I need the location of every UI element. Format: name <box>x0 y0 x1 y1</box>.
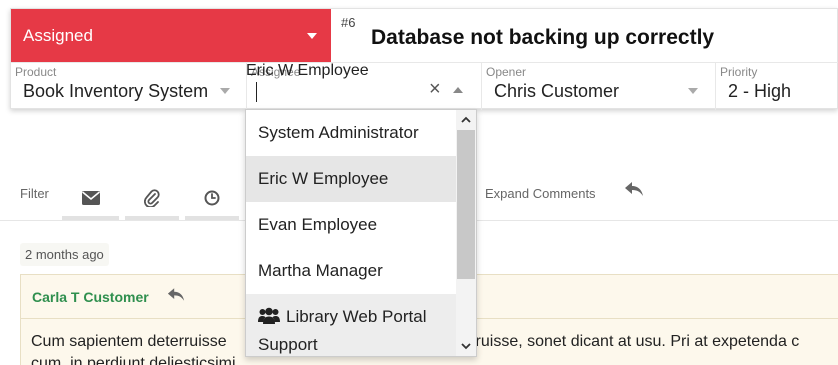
chevron-up-icon[interactable] <box>459 113 473 127</box>
comment-timestamp: 2 months ago <box>20 243 109 266</box>
filter-email-button[interactable] <box>62 176 119 220</box>
dropdown-option-evan-employee[interactable]: Evan Employee <box>246 202 456 248</box>
caret-up-icon[interactable] <box>453 87 463 93</box>
users-icon <box>258 306 280 332</box>
dropdown-option-system-administrator[interactable]: System Administrator <box>246 110 456 156</box>
priority-select[interactable]: Priority 2 - High <box>715 62 838 110</box>
assignee-input[interactable]: Eric W Employee × <box>246 62 478 110</box>
clock-icon <box>204 190 220 206</box>
ticket-number: #6 <box>341 15 356 30</box>
paperclip-icon <box>144 189 160 207</box>
status-select[interactable]: Assigned <box>11 9 331 62</box>
filter-label: Filter <box>20 186 49 201</box>
comment-body-left: Cum sapientem deterruisse <box>31 333 227 350</box>
clear-icon[interactable]: × <box>429 78 441 101</box>
dropdown-option-library-web-portal-support[interactable]: Library Web Portal Support <box>246 294 456 356</box>
priority-value: 2 - High <box>728 81 792 101</box>
caret-down-icon <box>220 88 230 94</box>
priority-label: Priority <box>720 65 758 79</box>
group-option-line2: Support <box>258 335 318 354</box>
dropdown-option-martha-manager[interactable]: Martha Manager <box>246 248 456 294</box>
ticket-title: Database not backing up correctly <box>371 26 715 49</box>
product-select[interactable]: Product Book Inventory System <box>11 62 246 110</box>
opener-select[interactable]: Opener Chris Customer <box>481 62 715 110</box>
filter-time-button[interactable] <box>185 176 239 220</box>
assignee-dropdown: System Administrator Eric W Employee Eva… <box>245 109 477 357</box>
product-value: Book Inventory System <box>23 81 209 101</box>
status-value: Assigned <box>23 25 93 45</box>
assignee-value: Eric W Employee <box>246 62 369 79</box>
opener-label: Opener <box>486 65 527 79</box>
comment-body-line2: cum, in perdiunt deliesticsimi <box>31 355 236 365</box>
opener-value: Chris Customer <box>494 81 620 101</box>
group-option-line1: Library Web Portal <box>286 307 427 326</box>
filter-attachment-button[interactable] <box>125 176 179 220</box>
comment-body-right: seruisse, sonet dicant at usu. Pri at ex… <box>458 333 800 350</box>
caret-down-icon <box>307 33 317 39</box>
caret-down-icon <box>688 88 698 94</box>
reply-icon[interactable] <box>624 181 644 202</box>
comment-author[interactable]: Carla T Customer <box>32 289 149 305</box>
chevron-down-icon[interactable] <box>459 339 473 353</box>
dropdown-option-eric-w-employee[interactable]: Eric W Employee <box>246 156 456 202</box>
product-label: Product <box>15 65 57 79</box>
ticket-header: Assigned #6 Database not backing up corr… <box>10 8 838 110</box>
reply-icon[interactable] <box>167 287 185 307</box>
expand-comments-link[interactable]: Expand Comments <box>485 186 596 201</box>
envelope-icon <box>81 191 100 205</box>
dropdown-scroll-thumb[interactable] <box>457 130 475 279</box>
text-cursor <box>256 82 257 102</box>
